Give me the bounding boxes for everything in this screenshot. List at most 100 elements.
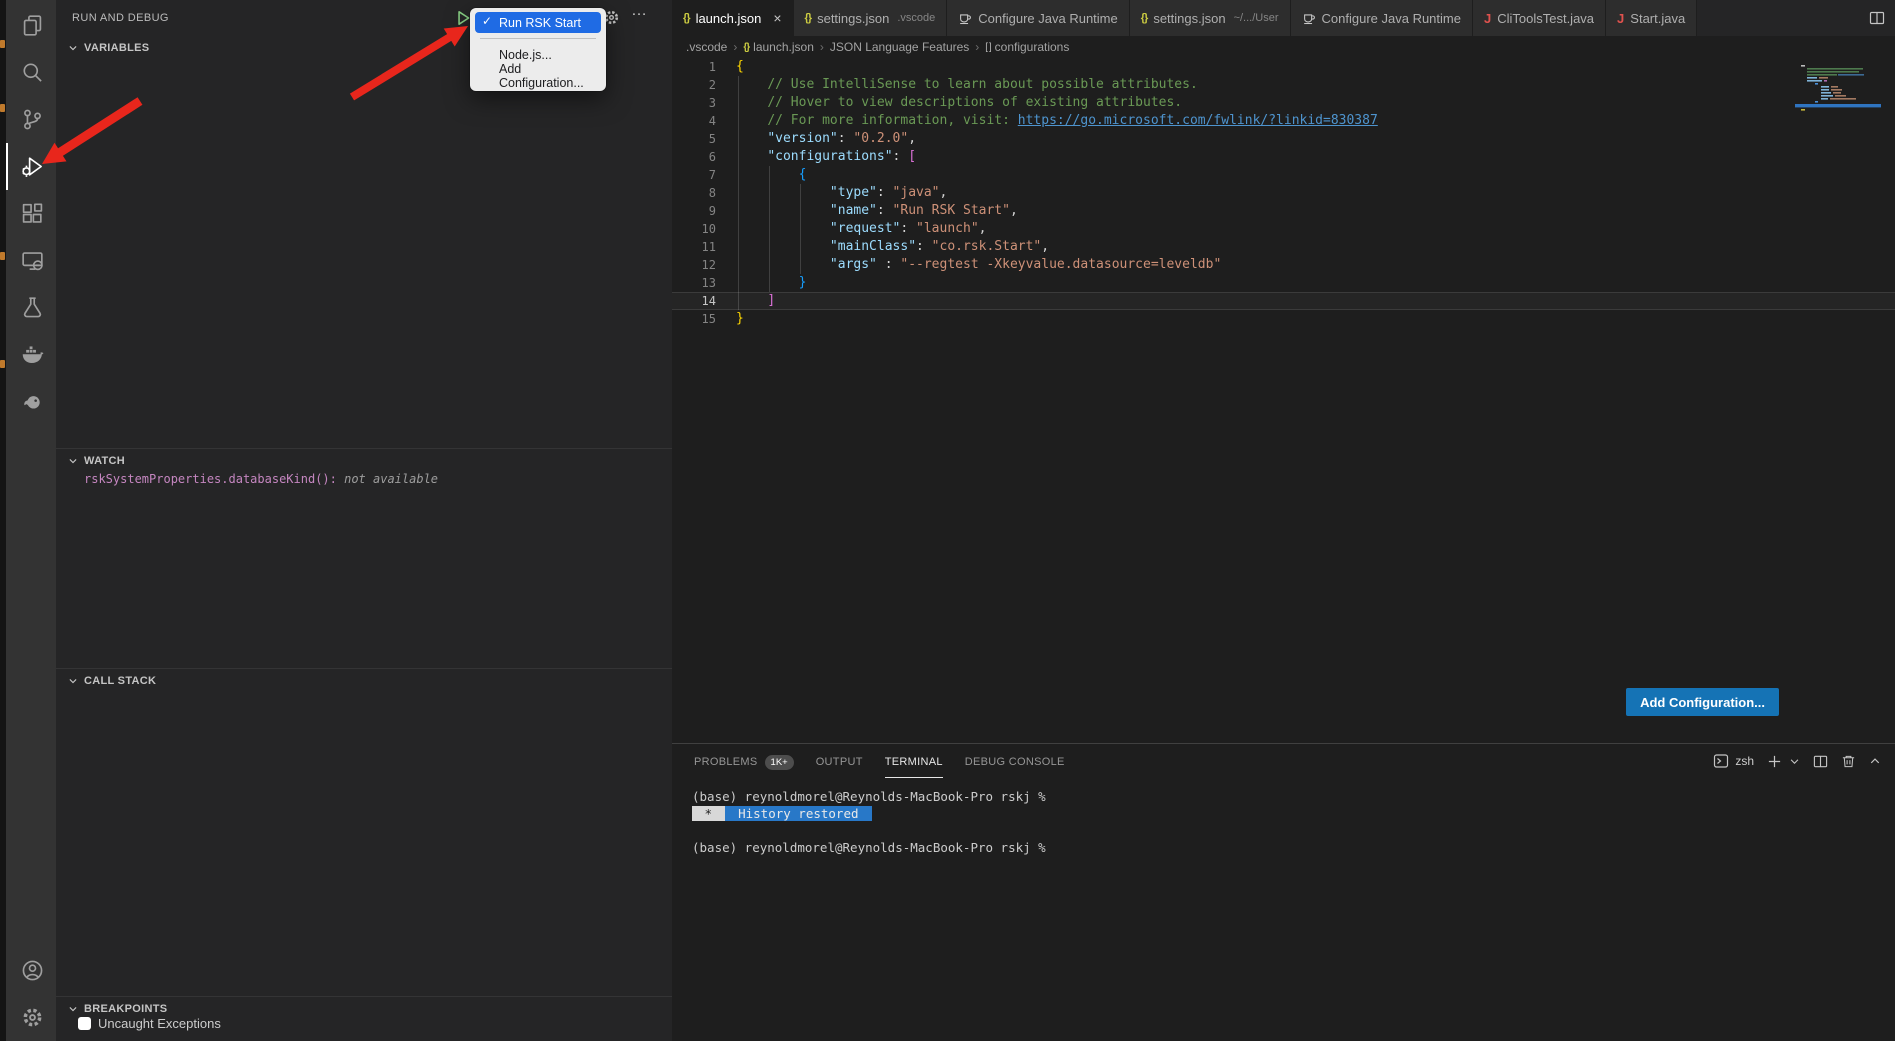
panel-tab-label: DEBUG CONSOLE xyxy=(965,756,1065,768)
code-line[interactable]: 4 // For more information, visit: https:… xyxy=(672,112,1895,130)
java-file-icon: J xyxy=(1617,11,1624,26)
chevron-down-icon xyxy=(68,456,78,466)
split-terminal-icon[interactable] xyxy=(1813,754,1828,769)
activity-item-explorer[interactable] xyxy=(6,2,56,49)
panel-controls: zsh xyxy=(1713,753,1881,769)
code-line[interactable]: 12 "args" : "--regtest -Xkeyvalue.dataso… xyxy=(672,256,1895,274)
chevron-down-icon xyxy=(68,43,78,53)
editor-tab[interactable]: Configure Java Runtime xyxy=(1291,0,1473,36)
code-area[interactable]: 1{2 // Use IntelliSense to learn about p… xyxy=(672,58,1895,328)
gradle-icon xyxy=(21,390,44,413)
activity-item-extensions[interactable] xyxy=(6,190,56,237)
editor-tab[interactable]: {}settings.json.vscode xyxy=(794,0,948,36)
terminal-output[interactable]: (base) reynoldmorel@Reynolds-MacBook-Pro… xyxy=(672,778,1895,856)
code-line[interactable]: 9 "name": "Run RSK Start", xyxy=(672,202,1895,220)
panel-tab-label: PROBLEMS xyxy=(694,756,758,768)
panel-header: PROBLEMS1K+ OUTPUT TERMINAL DEBUG CONSOLE z… xyxy=(672,744,1895,778)
code-line[interactable]: 5 "version": "0.2.0", xyxy=(672,130,1895,148)
tab-label: Start.java xyxy=(1630,11,1685,26)
section-label: CALL STACK xyxy=(84,675,156,687)
activity-item-run-and-debug[interactable] xyxy=(6,143,56,190)
chevron-down-icon[interactable] xyxy=(1789,756,1800,767)
activity-item-remote-explorer[interactable] xyxy=(6,237,56,284)
watch-expression-row[interactable]: rskSystemProperties.databaseKind(): not … xyxy=(84,472,438,486)
add-configuration-button[interactable]: Add Configuration... xyxy=(1626,688,1779,716)
panel-tab-problems[interactable]: PROBLEMS1K+ xyxy=(694,744,794,778)
breadcrumb-separator: › xyxy=(820,40,824,54)
breakpoint-row: Uncaught Exceptions xyxy=(78,1016,221,1031)
new-terminal-icon[interactable] xyxy=(1767,754,1782,769)
watch-value: not available xyxy=(344,472,438,486)
line-content: // Use IntelliSense to learn about possi… xyxy=(736,76,1198,94)
terminal-line: (base) reynoldmorel@Reynolds-MacBook-Pro… xyxy=(692,788,1895,805)
shell-label[interactable]: zsh xyxy=(1735,754,1754,768)
code-line[interactable]: 14 ] xyxy=(672,292,1895,310)
activity-item-testing[interactable] xyxy=(6,284,56,331)
code-line[interactable]: 3 // Hover to view descriptions of exist… xyxy=(672,94,1895,112)
code-line[interactable]: 6 "configurations": [ xyxy=(672,148,1895,166)
activity-item-settings-gear[interactable] xyxy=(6,994,56,1041)
breadcrumb-item[interactable]: [ ] configurations xyxy=(985,40,1069,54)
code-line[interactable]: 15} xyxy=(672,310,1895,328)
code-line[interactable]: 8 "type": "java", xyxy=(672,184,1895,202)
tab-label: launch.json xyxy=(696,11,762,26)
breakpoint-label[interactable]: Uncaught Exceptions xyxy=(98,1016,221,1031)
breadcrumb-item[interactable]: JSON Language Features xyxy=(830,40,969,54)
tab-label: Configure Java Runtime xyxy=(978,11,1117,26)
editor-group: {}launch.json×{}settings.json.vscodeConf… xyxy=(672,0,1895,1041)
array-symbol-icon: [ ] xyxy=(985,42,990,53)
trash-icon[interactable] xyxy=(1841,754,1856,769)
java-file-icon: J xyxy=(1484,11,1491,26)
section-call-stack[interactable]: CALL STACK xyxy=(56,668,672,692)
account-icon xyxy=(21,959,44,982)
code-line[interactable]: 1{ xyxy=(672,58,1895,76)
line-content: } xyxy=(736,274,806,292)
line-content: "type": "java", xyxy=(736,184,947,202)
panel-tab-output[interactable]: OUTPUT xyxy=(816,744,863,778)
docker-icon xyxy=(21,343,44,366)
activity-item-account[interactable] xyxy=(6,947,56,994)
editor-tab[interactable]: J Start.java xyxy=(1606,0,1697,36)
code-line[interactable]: 2 // Use IntelliSense to learn about pos… xyxy=(672,76,1895,94)
tab-label: settings.json xyxy=(817,11,889,26)
code-line[interactable]: 11 "mainClass": "co.rsk.Start", xyxy=(672,238,1895,256)
menu-item[interactable]: Add Configuration... xyxy=(470,65,606,86)
breadcrumb-label: configurations xyxy=(995,40,1070,54)
editor-tab[interactable]: Configure Java Runtime xyxy=(947,0,1129,36)
section-label: BREAKPOINTS xyxy=(84,1003,167,1015)
minimap[interactable] xyxy=(1795,62,1881,126)
code-line[interactable]: 13 } xyxy=(672,274,1895,292)
activity-item-gradle[interactable] xyxy=(6,378,56,425)
activity-item-source-control[interactable] xyxy=(6,96,56,143)
split-editor-icon[interactable] xyxy=(1869,0,1895,36)
breadcrumb-item[interactable]: .vscode xyxy=(686,40,727,54)
chevron-up-icon[interactable] xyxy=(1869,755,1881,767)
editor-tab[interactable]: {}launch.json× xyxy=(672,0,794,36)
terminal-line: * History restored xyxy=(692,805,1895,822)
json-symbol-icon: {} xyxy=(743,42,749,53)
close-icon[interactable]: × xyxy=(773,11,781,25)
line-content: { xyxy=(736,166,806,184)
tab-description: ~/.../User xyxy=(1234,12,1279,24)
line-content: } xyxy=(736,310,744,328)
section-watch[interactable]: WATCH xyxy=(56,448,672,472)
bottom-panel: PROBLEMS1K+ OUTPUT TERMINAL DEBUG CONSOLE z… xyxy=(672,743,1895,1041)
line-content: "configurations": [ xyxy=(736,148,916,166)
activity-item-docker[interactable] xyxy=(6,331,56,378)
editor-tab[interactable]: {}settings.json~/.../User xyxy=(1130,0,1291,36)
menu-item[interactable]: ✓Run RSK Start xyxy=(475,12,601,33)
activity-item-search[interactable] xyxy=(6,49,56,96)
code-line[interactable]: 7 { xyxy=(672,166,1895,184)
more-actions-icon[interactable]: … xyxy=(631,2,648,20)
comment-link[interactable]: https://go.microsoft.com/fwlink/?linkid=… xyxy=(1018,113,1378,128)
code-line[interactable]: 10 "request": "launch", xyxy=(672,220,1895,238)
panel-tab-debug-console[interactable]: DEBUG CONSOLE xyxy=(965,744,1065,778)
shell-integration-marker: * xyxy=(692,806,725,821)
editor[interactable]: 1{2 // Use IntelliSense to learn about p… xyxy=(672,58,1895,743)
line-number: 3 xyxy=(672,94,716,112)
panel-tab-terminal[interactable]: TERMINAL xyxy=(885,744,943,778)
breakpoint-checkbox[interactable] xyxy=(78,1017,91,1030)
breadcrumb-item[interactable]: {}launch.json xyxy=(743,40,814,54)
editor-tab[interactable]: JCliToolsTest.java xyxy=(1473,0,1606,36)
menu-divider xyxy=(480,38,596,39)
